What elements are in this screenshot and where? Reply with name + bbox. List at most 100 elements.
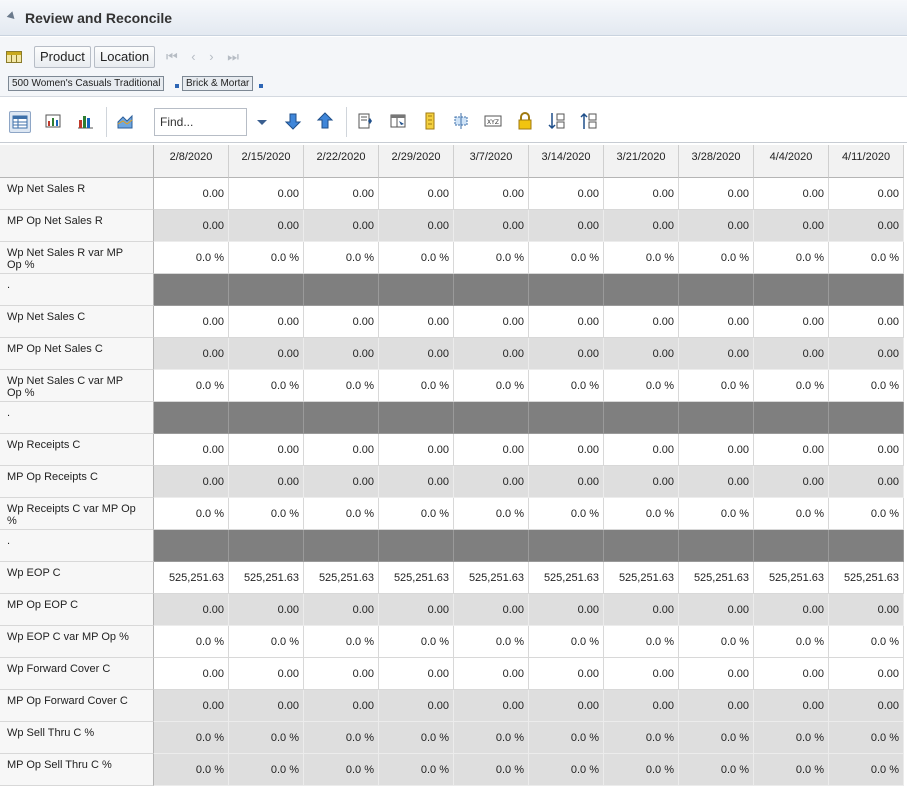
grid-cell[interactable] — [529, 530, 604, 562]
grid-view-icon[interactable] — [9, 111, 31, 133]
grid-cell[interactable]: 0.00 — [454, 690, 529, 722]
grid-cell[interactable]: 0.00 — [529, 210, 604, 242]
grid-cell[interactable] — [829, 530, 904, 562]
grid-cell[interactable]: 0.0 % — [454, 242, 529, 274]
grid-cell[interactable]: 0.0 % — [679, 754, 754, 786]
grid-cell[interactable]: 525,251.63 — [229, 562, 304, 594]
grid-cell[interactable] — [304, 402, 379, 434]
grid-cell[interactable]: 0.00 — [454, 210, 529, 242]
grid-cell[interactable]: 0.00 — [229, 434, 304, 466]
split-icon[interactable] — [451, 111, 473, 133]
grid-cell[interactable]: 0.00 — [304, 210, 379, 242]
grid-cell[interactable] — [754, 402, 829, 434]
highlight-icon[interactable] — [420, 111, 442, 133]
row-label[interactable]: MP Op Net Sales R — [0, 210, 154, 242]
grid-cell[interactable]: 0.00 — [829, 594, 904, 626]
grid-cell[interactable] — [754, 274, 829, 306]
grid-cell[interactable]: 0.00 — [304, 178, 379, 210]
location-chip[interactable]: Brick & Mortar — [182, 76, 254, 91]
grid-cell[interactable]: 0.0 % — [604, 754, 679, 786]
grid-cell[interactable] — [229, 402, 304, 434]
grid-cell[interactable]: 0.00 — [604, 690, 679, 722]
grid-cell[interactable]: 0.00 — [304, 434, 379, 466]
grid-cell[interactable]: 0.00 — [529, 306, 604, 338]
grid-cell[interactable]: 0.00 — [304, 594, 379, 626]
grid-cell[interactable]: 0.00 — [679, 690, 754, 722]
grid-cell[interactable]: 0.0 % — [379, 626, 454, 658]
grid-cell[interactable]: 0.0 % — [229, 370, 304, 402]
grid-cell[interactable]: 0.00 — [679, 306, 754, 338]
chip-handle-icon[interactable] — [175, 84, 179, 88]
grid-cell[interactable]: 0.00 — [454, 178, 529, 210]
grid-cell[interactable]: 0.0 % — [379, 754, 454, 786]
grid-cell[interactable]: 0.00 — [604, 178, 679, 210]
grid-cell[interactable]: 0.00 — [679, 338, 754, 370]
grid-cell[interactable]: 525,251.63 — [829, 562, 904, 594]
grid-cell[interactable]: 0.0 % — [679, 370, 754, 402]
grid-cell[interactable]: 0.00 — [304, 338, 379, 370]
grid-cell[interactable] — [529, 274, 604, 306]
lock-icon[interactable] — [515, 111, 537, 133]
column-header[interactable]: 3/21/2020 — [604, 145, 679, 178]
grid-cell[interactable]: 0.0 % — [754, 370, 829, 402]
grid-cell[interactable]: 0.00 — [379, 338, 454, 370]
grid-cell[interactable]: 0.00 — [754, 466, 829, 498]
grid-cell[interactable]: 0.00 — [754, 338, 829, 370]
grid-cell[interactable]: 0.0 % — [829, 754, 904, 786]
grid-cell[interactable]: 0.00 — [829, 306, 904, 338]
grid-cell[interactable] — [154, 402, 229, 434]
grid-cell[interactable]: 0.0 % — [304, 498, 379, 530]
grid-cell[interactable] — [604, 274, 679, 306]
grid-cell[interactable]: 0.0 % — [379, 370, 454, 402]
grid-cell[interactable]: 0.00 — [829, 210, 904, 242]
grid-cell[interactable]: 0.00 — [304, 306, 379, 338]
grid-cell[interactable] — [754, 530, 829, 562]
grid-cell[interactable]: 0.00 — [304, 690, 379, 722]
grid-cell[interactable]: 525,251.63 — [754, 562, 829, 594]
grid-cell[interactable]: 0.00 — [754, 690, 829, 722]
product-chip[interactable]: 500 Women's Casuals Traditional — [8, 76, 165, 91]
grid-cell[interactable]: 0.00 — [379, 434, 454, 466]
row-label[interactable]: . — [0, 530, 154, 562]
grid-cell[interactable]: 0.00 — [604, 594, 679, 626]
grid-cell[interactable]: 0.00 — [529, 434, 604, 466]
grid-cell[interactable]: 0.0 % — [754, 498, 829, 530]
grid-cell[interactable]: 0.00 — [229, 690, 304, 722]
grid-cell[interactable]: 0.0 % — [529, 498, 604, 530]
grid-cell[interactable]: 0.0 % — [529, 722, 604, 754]
grid-cell[interactable]: 0.00 — [154, 434, 229, 466]
row-label[interactable]: MP Op Net Sales C — [0, 338, 154, 370]
row-label[interactable]: MP Op EOP C — [0, 594, 154, 626]
grid-cell[interactable]: 525,251.63 — [304, 562, 379, 594]
column-header[interactable]: 2/15/2020 — [229, 145, 304, 178]
grid-cell[interactable]: 0.00 — [829, 466, 904, 498]
grid-cell[interactable] — [604, 402, 679, 434]
table-icon[interactable] — [6, 51, 22, 63]
grid-cell[interactable]: 0.0 % — [679, 498, 754, 530]
grid-cell[interactable]: 0.00 — [229, 306, 304, 338]
grid-cell[interactable]: 0.00 — [154, 594, 229, 626]
grid-cell[interactable]: 0.0 % — [154, 498, 229, 530]
grid-cell[interactable]: 0.00 — [379, 466, 454, 498]
grid-cell[interactable]: 0.00 — [529, 338, 604, 370]
grid-cell[interactable]: 0.0 % — [679, 722, 754, 754]
grid-cell[interactable]: 0.00 — [754, 306, 829, 338]
grid-cell[interactable]: 0.0 % — [454, 498, 529, 530]
grid-cell[interactable]: 0.00 — [229, 178, 304, 210]
chip-handle-icon[interactable] — [259, 84, 263, 88]
grid-cell[interactable]: 0.00 — [229, 338, 304, 370]
grid-cell[interactable]: 0.00 — [754, 210, 829, 242]
grid-cell[interactable]: 0.00 — [829, 690, 904, 722]
sort-ascending-icon[interactable] — [547, 111, 569, 133]
grid-cell[interactable]: 0.0 % — [829, 242, 904, 274]
grid-cell[interactable] — [304, 274, 379, 306]
row-label[interactable]: Wp EOP C — [0, 562, 154, 594]
grid-cell[interactable]: 0.00 — [529, 178, 604, 210]
grid-cell[interactable]: 0.00 — [679, 594, 754, 626]
grid-cell[interactable]: 0.00 — [229, 594, 304, 626]
grid-cell[interactable]: 0.00 — [829, 178, 904, 210]
grid-cell[interactable]: 0.0 % — [154, 722, 229, 754]
grid-cell[interactable]: 0.00 — [604, 658, 679, 690]
location-dimension-button[interactable]: Location — [94, 46, 156, 68]
grid-cell[interactable]: 0.00 — [604, 466, 679, 498]
